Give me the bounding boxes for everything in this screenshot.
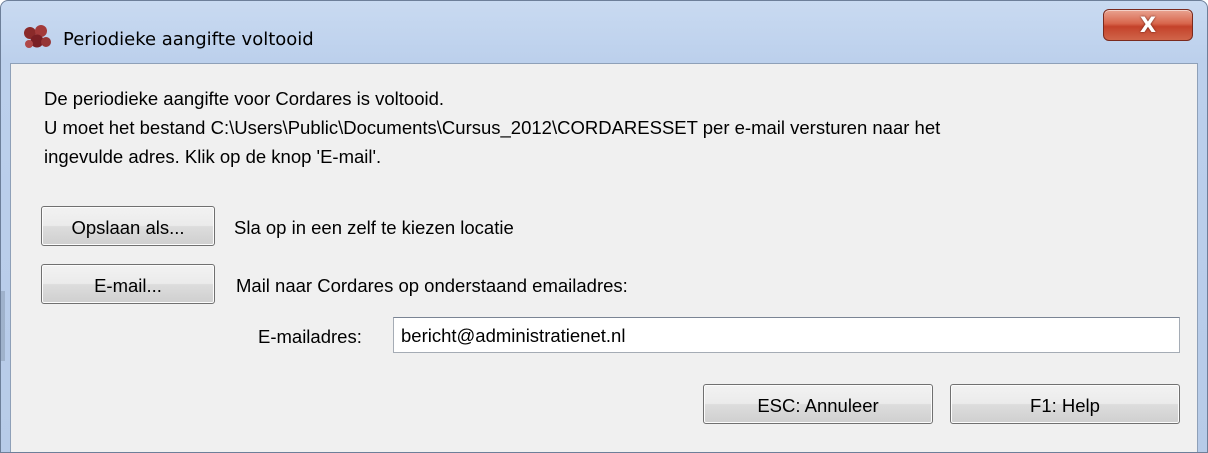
message-line-1: De periodieke aangifte voor Cordares is …: [44, 88, 445, 109]
dialog-window: Periodieke aangifte voltooid X De period…: [0, 0, 1208, 453]
save-as-button-label: Opslaan als...: [71, 217, 185, 238]
save-as-description: Sla op in een zelf te kiezen locatie: [234, 217, 514, 238]
close-button[interactable]: X: [1103, 9, 1193, 41]
email-field-value: bericht@administratienet.nl: [401, 325, 626, 346]
title-bar[interactable]: Periodieke aangifte voltooid X: [1, 1, 1207, 61]
window-title: Periodieke aangifte voltooid: [63, 29, 314, 50]
help-button[interactable]: F1: Help: [950, 384, 1180, 424]
cancel-button-label: ESC: Annuleer: [757, 395, 879, 416]
email-description: Mail naar Cordares op onderstaand emaila…: [236, 275, 628, 296]
message-line-3: ingevulde adres. Klik op de knop 'E-mail…: [44, 146, 382, 167]
message-line-2: U moet het bestand C:\Users\Public\Docum…: [44, 117, 941, 138]
cancel-button[interactable]: ESC: Annuleer: [703, 384, 933, 424]
cordares-app-icon: [23, 25, 51, 51]
message-text: De periodieke aangifte voor Cordares is …: [44, 84, 940, 171]
email-field[interactable]: bericht@administratienet.nl: [393, 317, 1180, 353]
email-button[interactable]: E-mail...: [41, 264, 215, 304]
window-edge: [1, 291, 5, 361]
email-field-label: E-mailadres:: [258, 326, 362, 347]
save-as-button[interactable]: Opslaan als...: [41, 206, 215, 246]
email-button-label: E-mail...: [94, 275, 162, 296]
help-button-label: F1: Help: [1030, 395, 1100, 416]
close-icon: X: [1139, 13, 1157, 37]
